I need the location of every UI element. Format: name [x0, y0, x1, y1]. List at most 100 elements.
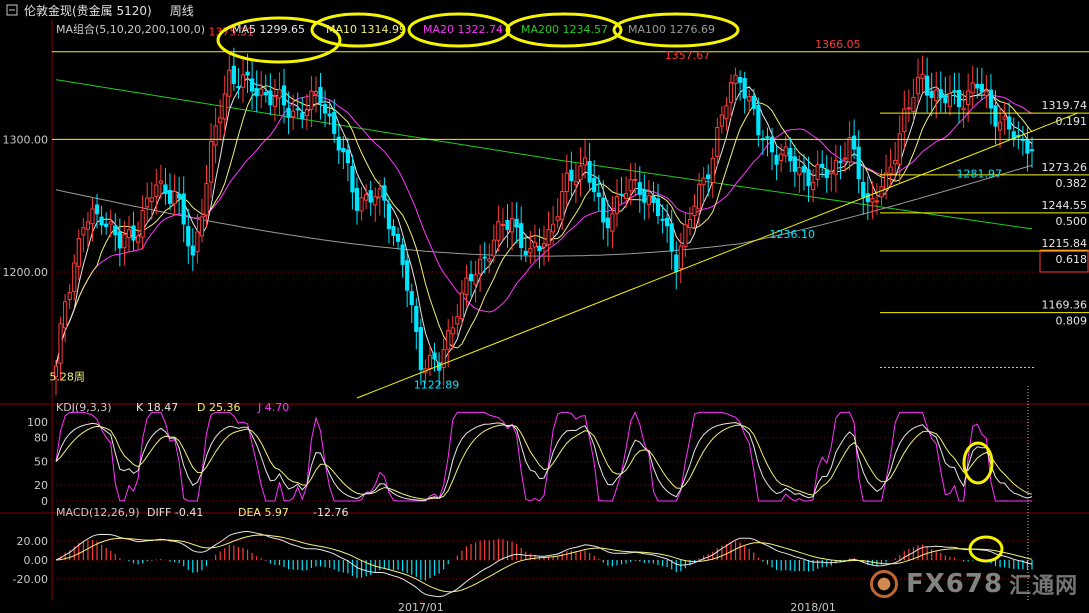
candle-body [997, 121, 1003, 131]
candle-body [94, 204, 100, 215]
candle-body [637, 182, 642, 195]
candle-body [227, 69, 232, 97]
candle-body [468, 273, 474, 282]
fib-ratio-label: 0.618 [1056, 253, 1088, 266]
candle-body [596, 192, 601, 197]
ma-legend-item: MA200 1234.57 [521, 23, 608, 36]
macd-tick-label: 20.00 [17, 535, 49, 548]
candle-body [829, 171, 834, 175]
price-label: 1236.10 [770, 228, 816, 241]
candle-body [222, 93, 227, 120]
candle-body [961, 107, 966, 111]
kdj-tick-label: 100 [27, 416, 48, 429]
candle-body [409, 291, 414, 305]
candle-body [623, 193, 629, 199]
candle-body [546, 229, 551, 246]
candle-body [113, 225, 118, 236]
candle-body [377, 188, 382, 198]
macd-dea-value: DEA 5.97 [238, 506, 289, 519]
candle-body [455, 316, 460, 325]
candle-body [327, 113, 332, 117]
macd-hist-value: -12.76 [313, 506, 348, 519]
candle-body [177, 193, 182, 199]
kdj-tick-label: 20 [34, 479, 48, 492]
candle-body [509, 218, 515, 233]
candle-body [450, 327, 455, 335]
candle-body [751, 95, 756, 109]
candle-body [277, 89, 282, 99]
candle-body [824, 169, 829, 179]
candle-body [364, 194, 369, 201]
candle-body [58, 323, 63, 364]
candle-body [318, 87, 323, 103]
candle-body [742, 77, 747, 99]
candle-body [245, 71, 250, 76]
price-label: 5.28周 [49, 371, 85, 384]
kdj-tick-label: 0 [41, 495, 48, 508]
candle-body [975, 83, 980, 89]
candle-body [208, 140, 214, 183]
candle-body [605, 217, 610, 229]
candle-body [240, 74, 246, 88]
candle-body [400, 244, 405, 265]
candle-body [108, 221, 113, 225]
fib-price-label: 1244.55 [1042, 199, 1088, 212]
candle-body [806, 169, 811, 187]
candle-body [838, 160, 843, 164]
candle-body [993, 105, 998, 127]
candle-body [254, 88, 259, 97]
macd-tick-label: -20.00 [13, 573, 48, 586]
candle-body [158, 180, 163, 184]
candle-body [500, 223, 506, 226]
price-label: 1122.89 [414, 378, 460, 391]
candle-body [427, 355, 433, 369]
candle-body [692, 205, 697, 216]
candle-body [523, 250, 528, 256]
candle-body [149, 197, 154, 203]
candle-body [687, 218, 693, 229]
candle-body [537, 245, 542, 252]
candle-body [313, 90, 319, 95]
candle-body [765, 136, 770, 139]
candle-body [104, 223, 109, 228]
candle-body [236, 86, 241, 89]
y-tick-label: 1300.00 [3, 133, 49, 146]
candle-body [395, 233, 401, 242]
candle-body [788, 148, 793, 162]
ma-legend-item: MA10 1314.99 [326, 23, 406, 36]
candle-body [610, 213, 615, 232]
candle-body [63, 301, 68, 329]
fib-price-label: 1319.74 [1042, 99, 1088, 112]
candle-body [952, 90, 957, 93]
candle-body [140, 209, 145, 238]
candle-body [966, 90, 971, 105]
candle-body [250, 78, 255, 92]
candle-body [582, 157, 588, 166]
candle-body [478, 258, 483, 275]
candle-body [432, 352, 437, 360]
candle-body [76, 238, 81, 267]
ma-legend-item: MA100 1276.69 [628, 23, 715, 36]
candle-body [473, 274, 478, 285]
candle-body [756, 105, 761, 136]
candle-body [651, 196, 656, 203]
candle-body [286, 107, 291, 118]
candle-body [163, 184, 168, 195]
candle-body [984, 90, 989, 96]
candle-body [947, 92, 953, 108]
candle-body [842, 157, 848, 160]
candle-body [386, 203, 392, 230]
candle-body [747, 96, 752, 102]
candle-body [259, 88, 264, 96]
candle-body [560, 190, 565, 221]
candle-body [67, 291, 72, 300]
candle-body [564, 172, 569, 193]
candle-body [660, 218, 665, 221]
kdj-highlight-ellipse [962, 441, 994, 485]
candle-body [1007, 116, 1012, 130]
candle-body [491, 239, 496, 257]
candle-body [145, 197, 150, 208]
candle-body [938, 89, 943, 99]
candle-body [359, 197, 364, 212]
candle-body [464, 277, 469, 295]
